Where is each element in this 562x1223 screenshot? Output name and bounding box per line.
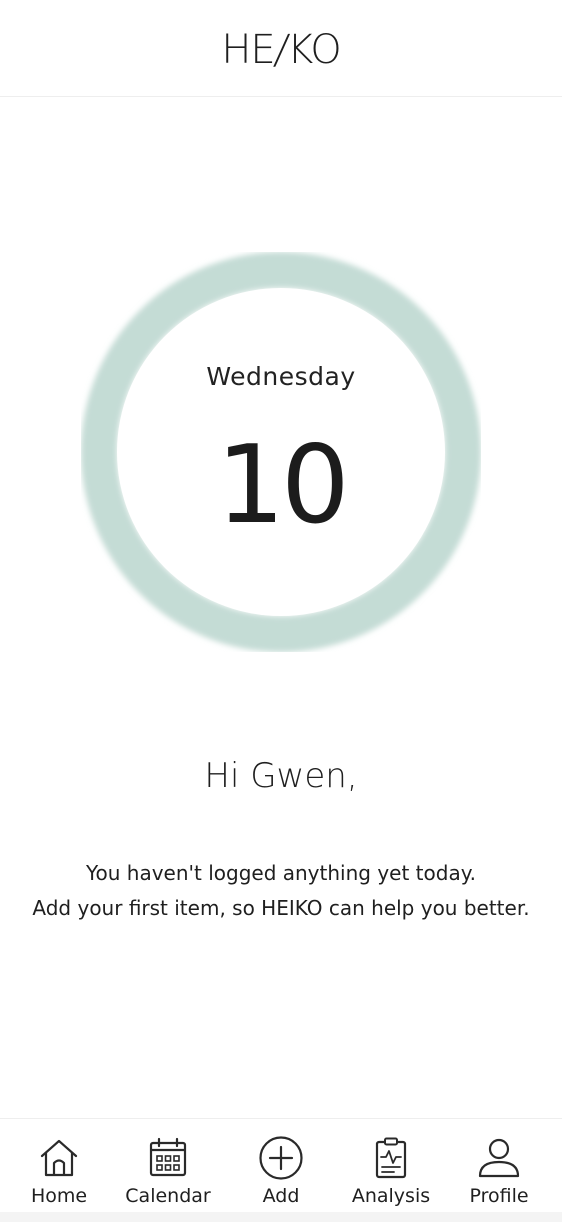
tab-calendar-label: Calendar (125, 1185, 211, 1207)
app-header: HE/KO (0, 0, 562, 97)
home-indicator-area (0, 1212, 562, 1222)
user-icon (478, 1138, 520, 1178)
tab-add-label: Add (262, 1185, 300, 1207)
empty-state-message: You haven't logged anything yet today. A… (0, 856, 562, 926)
app-logo: HE/KO (221, 27, 342, 73)
message-line-1: You haven't logged anything yet today. (85, 861, 477, 885)
calendar-icon (149, 1137, 187, 1177)
logo-text-right: KO (287, 27, 342, 73)
greeting-text: Hi Gwen, (204, 756, 358, 796)
tab-analysis[interactable]: Analysis (344, 1119, 438, 1223)
message-line-2: Add your first item, so HEIKO can help y… (32, 896, 530, 920)
clipboard-pulse-icon (375, 1137, 407, 1179)
plus-circle-icon (259, 1136, 303, 1180)
day-number: 10 (216, 423, 349, 548)
tab-analysis-label: Analysis (351, 1185, 431, 1207)
logo-text-left: HE (221, 27, 275, 73)
tab-calendar[interactable]: Calendar (118, 1119, 218, 1223)
weekday-label: Wednesday (206, 362, 356, 391)
tab-home-label: Home (30, 1185, 88, 1207)
tab-profile-label: Profile (469, 1185, 529, 1207)
tab-home[interactable]: Home (19, 1119, 99, 1223)
today-ring: Wednesday 10 (81, 252, 481, 652)
tab-profile[interactable]: Profile (460, 1119, 538, 1223)
bottom-tab-bar: Home Calendar Add Analysis Profile (0, 1118, 562, 1223)
tab-add[interactable]: Add (241, 1119, 321, 1223)
home-icon (40, 1139, 78, 1177)
